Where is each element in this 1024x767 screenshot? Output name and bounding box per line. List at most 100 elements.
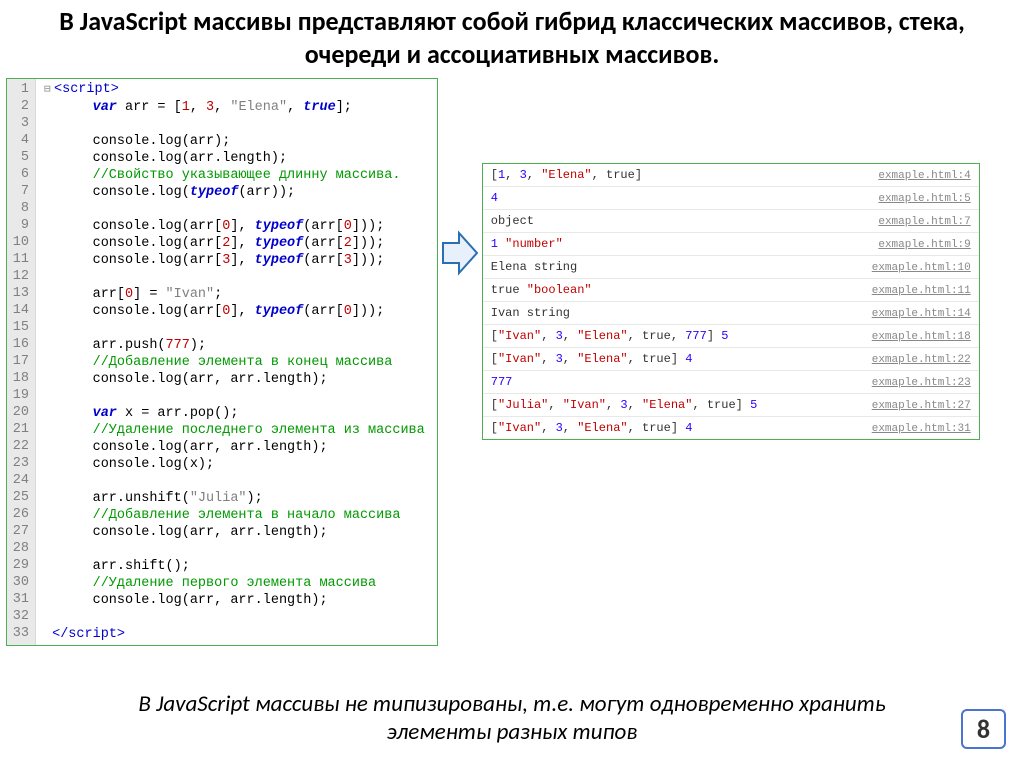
code-line: var arr = [1, 3, "Elena", true]; [44,99,425,116]
code-line: arr[0] = "Ivan"; [44,286,425,303]
console-source-link[interactable]: exmaple.html:14 [872,308,971,320]
line-number: 16 [11,336,29,353]
line-number: 24 [11,472,29,489]
code-line [44,320,425,337]
console-source-link[interactable]: exmaple.html:23 [872,377,971,389]
line-number: 32 [11,608,29,625]
console-source-link[interactable]: exmaple.html:7 [878,216,970,228]
code-line [44,609,425,626]
slide-footer: В JavaScript массивы не типизированы, т.… [0,690,1024,748]
code-line [44,201,425,218]
console-row: true "boolean" exmaple.html:11 [483,279,979,302]
console-output-value: ["Ivan", 3, "Elena", true] 4 [491,421,693,435]
console-output-value: [1, 3, "Elena", true] [491,168,642,182]
console-output-value: ["Ivan", 3, "Elena", true, 777] 5 [491,329,729,343]
console-source-link[interactable]: exmaple.html:4 [878,170,970,182]
code-line [44,269,425,286]
code-line: </script> [44,626,425,643]
line-number: 17 [11,353,29,370]
console-output-value: 4 [491,191,498,205]
code-line: var x = arr.pop(); [44,405,425,422]
code-line: arr.push(777); [44,337,425,354]
code-line [44,473,425,490]
line-numbers: 1234567891011121314151617181920212223242… [7,79,36,645]
console-row: Ivan string exmaple.html:14 [483,302,979,325]
line-number: 6 [11,166,29,183]
line-number: 2 [11,98,29,115]
console-row: ["Ivan", 3, "Elena", true, 777] 5 exmaple… [483,325,979,348]
code-line [44,388,425,405]
console-source-link[interactable]: exmaple.html:22 [872,354,971,366]
code-line [44,541,425,558]
code-line: //Добавление элемента в начало массива [44,507,425,524]
line-number: 18 [11,370,29,387]
console-row: Elena string exmaple.html:10 [483,256,979,279]
line-number: 29 [11,557,29,574]
line-number: 30 [11,574,29,591]
console-source-link[interactable]: exmaple.html:27 [872,400,971,412]
console-output-value: true "boolean" [491,283,592,297]
code-line [44,116,425,133]
code-line: console.log(arr[3], typeof(arr[3])); [44,252,425,269]
console-row: ["Ivan", 3, "Elena", true] 4 exmaple.html… [483,348,979,371]
code-line: console.log(arr[2], typeof(arr[2])); [44,235,425,252]
line-number: 15 [11,319,29,336]
line-number: 12 [11,268,29,285]
code-editor: 1234567891011121314151617181920212223242… [6,78,438,646]
code-line: console.log(typeof(arr)); [44,184,425,201]
line-number: 28 [11,540,29,557]
console-source-link[interactable]: exmaple.html:10 [872,262,971,274]
line-number: 26 [11,506,29,523]
main-content: 1234567891011121314151617181920212223242… [0,78,1024,646]
code-line: console.log(arr, arr.length); [44,439,425,456]
line-number: 23 [11,455,29,472]
code-line: ⊟<script> [44,81,425,99]
console-output-value: 777 [491,375,513,389]
console-source-link[interactable]: exmaple.html:5 [878,193,970,205]
console-row: ["Ivan", 3, "Elena", true] 4 exmaple.html… [483,417,979,439]
console-output-value: object [491,214,534,228]
console-row: object exmaple.html:7 [483,210,979,233]
line-number: 11 [11,251,29,268]
line-number: 19 [11,387,29,404]
line-number: 25 [11,489,29,506]
code-line: //Добавление элемента в конец массива [44,354,425,371]
code-area: ⊟<script> var arr = [1, 3, "Elena", true… [36,79,437,645]
console-source-link[interactable]: exmaple.html:31 [872,423,971,435]
console-output-value: ["Julia", "Ivan", 3, "Elena", true] 5 [491,398,758,412]
console-output-value: ["Ivan", 3, "Elena", true] 4 [491,352,693,366]
code-line: console.log(arr); [44,133,425,150]
line-number: 21 [11,421,29,438]
console-output-value: 1 "number" [491,237,563,251]
code-line: console.log(x); [44,456,425,473]
code-line: console.log(arr[0], typeof(arr[0])); [44,218,425,235]
console-row: 4 exmaple.html:5 [483,187,979,210]
code-line: console.log(arr.length); [44,150,425,167]
console-row: [1, 3, "Elena", true] exmaple.html:4 [483,164,979,187]
code-line: //Свойство указывающее длинну массива. [44,167,425,184]
line-number: 31 [11,591,29,608]
console-output: [1, 3, "Elena", true] exmaple.html:4 4 exma… [482,163,980,440]
line-number: 14 [11,302,29,319]
line-number: 27 [11,523,29,540]
line-number: 9 [11,217,29,234]
page-number: 8 [961,709,1006,749]
line-number: 22 [11,438,29,455]
console-source-link[interactable]: exmaple.html:9 [878,239,970,251]
arrow-icon [441,228,479,283]
line-number: 7 [11,183,29,200]
line-number: 5 [11,149,29,166]
code-line: console.log(arr, arr.length); [44,371,425,388]
console-output-value: Ivan string [491,306,570,320]
console-source-link[interactable]: exmaple.html:11 [872,285,971,297]
line-number: 10 [11,234,29,251]
code-line: //Удаление первого элемента массива [44,575,425,592]
code-line: console.log(arr, arr.length); [44,524,425,541]
console-output-value: Elena string [491,260,577,274]
slide-title: В JavaScript массивы представляют собой … [0,0,1024,78]
console-row: ["Julia", "Ivan", 3, "Elena", true] 5 exm… [483,394,979,417]
code-line: //Удаление последнего элемента из массив… [44,422,425,439]
code-line: console.log(arr, arr.length); [44,592,425,609]
line-number: 1 [11,81,29,98]
console-source-link[interactable]: exmaple.html:18 [872,331,971,343]
